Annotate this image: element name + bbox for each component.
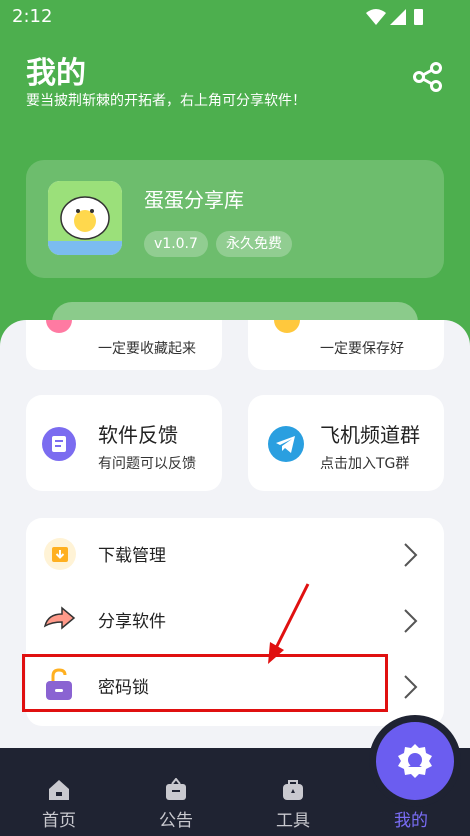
status-icons — [364, 7, 434, 31]
menu-item-share-app[interactable]: 分享软件 — [26, 588, 444, 652]
tab-tools[interactable]: 工具 — [246, 748, 340, 836]
app-logo — [48, 181, 122, 255]
page-title: 我的 — [26, 56, 86, 91]
feature-card-desc: 一定要收藏起来 — [98, 341, 196, 357]
feature-card-desc: 点击加入TG群 — [320, 456, 410, 472]
signal-icon — [390, 9, 406, 25]
tab-label: 工具 — [276, 811, 310, 831]
telegram-icon — [268, 426, 304, 462]
share-icon — [413, 62, 442, 92]
license-badge: 永久免费 — [216, 231, 292, 257]
profile-icon — [398, 744, 432, 778]
tab-label: 公告 — [159, 811, 193, 831]
feature-card-desc: 一定要保存好 — [320, 341, 404, 357]
feature-card-telegram[interactable]: 飞机频道群 点击加入TG群 — [248, 395, 444, 491]
status-time: 2:12 — [12, 6, 53, 27]
chevron-right-icon — [404, 675, 418, 699]
feedback-icon — [42, 427, 76, 461]
feature-card-save[interactable]: 一定要保存好 — [248, 320, 444, 370]
share-button[interactable] — [411, 60, 445, 94]
page-subtitle: 要当披荆斩棘的开拓者，右上角可分享软件！ — [26, 93, 306, 109]
status-bar: 2:12 — [0, 0, 470, 34]
wifi-icon — [366, 9, 386, 25]
menu-item-label: 下载管理 — [98, 546, 166, 566]
share-arrow-icon — [43, 606, 76, 630]
feature-card-bookmark[interactable]: 一定要收藏起来 — [26, 320, 222, 370]
feature-card-title: 飞机频道群 — [320, 423, 420, 447]
star-icon — [46, 320, 72, 333]
app-info-card[interactable]: 蛋蛋分享库 v1.0.7 永久免费 — [26, 160, 444, 278]
chevron-right-icon — [404, 609, 418, 633]
version-badge: v1.0.7 — [144, 231, 208, 257]
tab-label: 首页 — [42, 811, 76, 831]
tab-home[interactable]: 首页 — [12, 748, 106, 836]
app-name: 蛋蛋分享库 — [144, 188, 244, 212]
feature-card-feedback[interactable]: 软件反馈 有问题可以反馈 — [26, 395, 222, 491]
toolbox-icon — [283, 780, 303, 800]
chevron-right-icon — [404, 543, 418, 567]
highlight-box — [22, 654, 388, 712]
notice-icon — [166, 778, 186, 800]
feature-card-title: 软件反馈 — [98, 423, 178, 447]
tab-label: 我的 — [394, 811, 428, 831]
home-icon — [49, 780, 69, 800]
menu-item-download-manager[interactable]: 下载管理 — [26, 522, 444, 586]
profile-fab-button[interactable] — [376, 722, 454, 800]
feature-card-desc: 有问题可以反馈 — [98, 456, 196, 472]
menu-item-label: 分享软件 — [98, 612, 166, 632]
download-box-icon — [44, 538, 76, 570]
annotation-arrow — [268, 583, 310, 664]
tab-notice[interactable]: 公告 — [129, 748, 223, 836]
coin-icon — [274, 320, 300, 333]
battery-icon — [414, 9, 423, 25]
